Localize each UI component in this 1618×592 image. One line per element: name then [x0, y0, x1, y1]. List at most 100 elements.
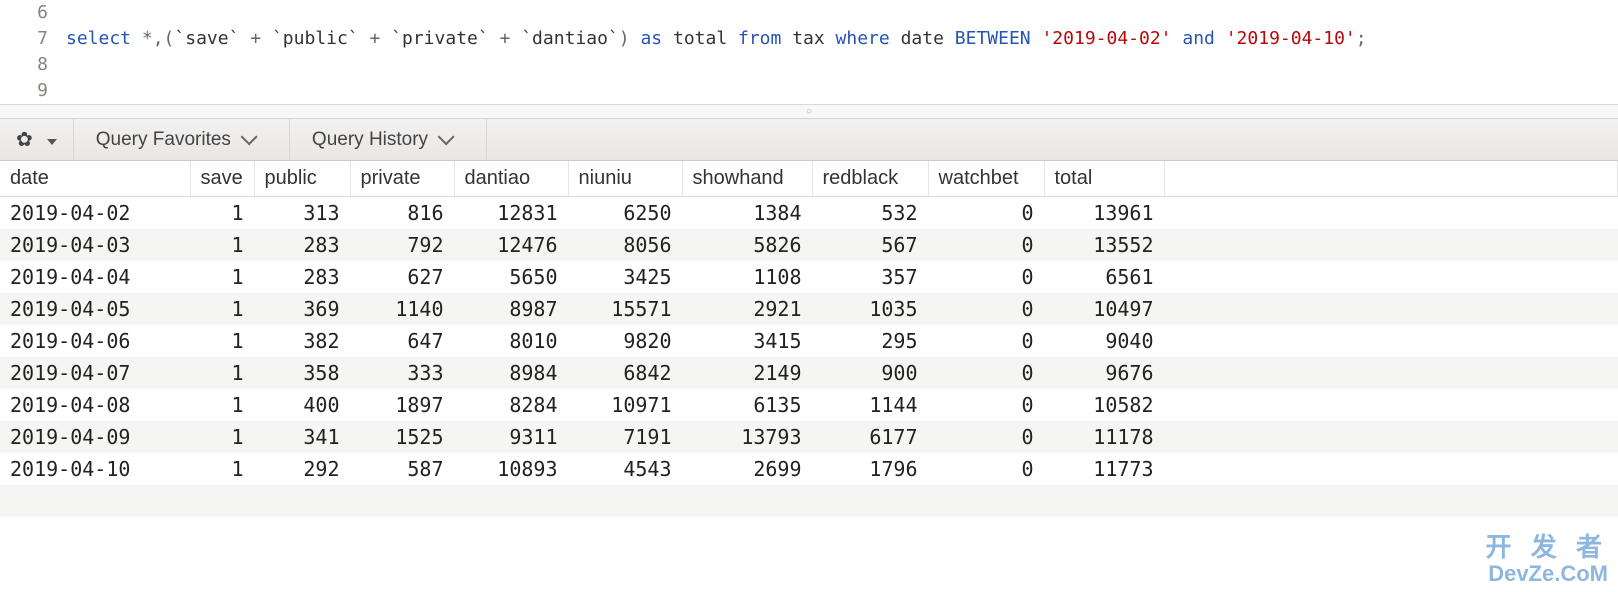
token-ident: date — [890, 28, 955, 49]
table-row[interactable]: 2019-04-08140018978284109716135114401058… — [0, 389, 1618, 421]
cell-showhand: 2149 — [682, 357, 812, 389]
cell-total: 9676 — [1044, 357, 1164, 389]
token-kw: and — [1182, 28, 1215, 49]
token-sym: + — [359, 28, 392, 49]
sql-editor[interactable]: 6789 select *,(`save` + `public` + `priv… — [0, 0, 1618, 105]
cell-save: 1 — [190, 261, 254, 293]
table-row[interactable]: 2019-04-0312837921247680565826567013552 — [0, 229, 1618, 261]
cell-total: 10497 — [1044, 293, 1164, 325]
cell-public: 358 — [254, 357, 350, 389]
cell-watchbet: 0 — [928, 357, 1044, 389]
cell-showhand: 13793 — [682, 421, 812, 453]
table-row[interactable]: 2019-04-09134115259311719113793617701117… — [0, 421, 1618, 453]
chevron-down-icon — [43, 128, 57, 151]
cell-niuniu: 4543 — [568, 453, 682, 485]
token-ident: `dantiao` — [521, 28, 619, 49]
col-header-redblack[interactable]: redblack — [812, 161, 928, 197]
cell-redblack: 567 — [812, 229, 928, 261]
cell-date: 2019-04-07 — [0, 357, 190, 389]
cell-showhand: 2921 — [682, 293, 812, 325]
table-row[interactable]: 2019-04-07135833389846842214990009676 — [0, 357, 1618, 389]
cell-date: 2019-04-04 — [0, 261, 190, 293]
code-line[interactable] — [66, 78, 1367, 104]
col-header-niuniu[interactable]: niuniu — [568, 161, 682, 197]
table-row[interactable]: 2019-04-04128362756503425110835706561 — [0, 261, 1618, 293]
code-line[interactable] — [66, 52, 1367, 78]
token-sym: ; — [1356, 28, 1367, 49]
token-sym: *,( — [131, 28, 174, 49]
col-header-watchbet[interactable]: watchbet — [928, 161, 1044, 197]
table-row[interactable]: 2019-04-0213138161283162501384532013961 — [0, 197, 1618, 230]
cell-dantiao: 5650 — [454, 261, 568, 293]
cell-niuniu: 10971 — [568, 389, 682, 421]
cell-pad — [1164, 261, 1618, 293]
cell-showhand: 1384 — [682, 197, 812, 230]
cell-pad — [1164, 229, 1618, 261]
cell-total: 11178 — [1044, 421, 1164, 453]
cell-niuniu: 3425 — [568, 261, 682, 293]
header-row: datesavepublicprivatedantiaoniuniushowha… — [0, 161, 1618, 197]
cell-pad — [1164, 325, 1618, 357]
watermark-cn: 开 发 者 — [1486, 533, 1608, 562]
code-line[interactable]: select *,(`save` + `public` + `private` … — [66, 26, 1367, 52]
query-results[interactable]: datesavepublicprivatedantiaoniuniushowha… — [0, 161, 1618, 517]
cell-date: 2019-04-10 — [0, 453, 190, 485]
token-sym: + — [489, 28, 522, 49]
cell-save: 1 — [190, 229, 254, 261]
table-row-empty — [0, 485, 1618, 517]
code-area[interactable]: select *,(`save` + `public` + `private` … — [58, 0, 1367, 104]
cell-showhand: 1108 — [682, 261, 812, 293]
cell-public: 292 — [254, 453, 350, 485]
results-toolbar: ✿ Query Favorites Query History — [0, 119, 1618, 161]
col-header-public[interactable]: public — [254, 161, 350, 197]
token-kw: select — [66, 28, 131, 49]
cell-public: 313 — [254, 197, 350, 230]
line-number: 9 — [0, 78, 48, 104]
cell-pad — [1164, 421, 1618, 453]
cell-private: 587 — [350, 453, 454, 485]
cell-dantiao: 8984 — [454, 357, 568, 389]
query-history-label: Query History — [312, 129, 428, 151]
cell-watchbet: 0 — [928, 325, 1044, 357]
cell-private: 1897 — [350, 389, 454, 421]
col-header-save[interactable]: save — [190, 161, 254, 197]
cell-redblack: 295 — [812, 325, 928, 357]
token-ident: `save` — [174, 28, 239, 49]
cell-pad — [1164, 197, 1618, 230]
code-line[interactable] — [66, 0, 1367, 26]
cell-date: 2019-04-05 — [0, 293, 190, 325]
table-row[interactable]: 2019-04-05136911408987155712921103501049… — [0, 293, 1618, 325]
line-number: 6 — [0, 0, 48, 26]
cell-save: 1 — [190, 357, 254, 389]
cell-niuniu: 6250 — [568, 197, 682, 230]
query-history-button[interactable]: Query History — [290, 119, 487, 160]
cell-dantiao: 10893 — [454, 453, 568, 485]
cell-dantiao: 8284 — [454, 389, 568, 421]
cell-pad — [1164, 389, 1618, 421]
gear-menu-button[interactable]: ✿ — [0, 119, 74, 160]
token-ident: tax — [781, 28, 835, 49]
cell-watchbet: 0 — [928, 197, 1044, 230]
cell-public: 341 — [254, 421, 350, 453]
table-row[interactable]: 2019-04-06138264780109820341529509040 — [0, 325, 1618, 357]
col-header-dantiao[interactable]: dantiao — [454, 161, 568, 197]
cell-save: 1 — [190, 325, 254, 357]
col-header-total[interactable]: total — [1044, 161, 1164, 197]
cell-niuniu: 7191 — [568, 421, 682, 453]
cell-dantiao: 12831 — [454, 197, 568, 230]
col-header-private[interactable]: private — [350, 161, 454, 197]
token-sym: + — [239, 28, 272, 49]
cell-showhand: 6135 — [682, 389, 812, 421]
cell-showhand: 5826 — [682, 229, 812, 261]
col-header-showhand[interactable]: showhand — [682, 161, 812, 197]
table-row[interactable]: 2019-04-10129258710893454326991796011773 — [0, 453, 1618, 485]
cell-public: 400 — [254, 389, 350, 421]
token-sym — [1031, 28, 1042, 49]
cell-redblack: 1144 — [812, 389, 928, 421]
cell-niuniu: 6842 — [568, 357, 682, 389]
cell-dantiao: 8987 — [454, 293, 568, 325]
query-favorites-button[interactable]: Query Favorites — [74, 119, 290, 160]
cell-watchbet: 0 — [928, 421, 1044, 453]
col-header-date[interactable]: date — [0, 161, 190, 197]
cell-redblack: 6177 — [812, 421, 928, 453]
